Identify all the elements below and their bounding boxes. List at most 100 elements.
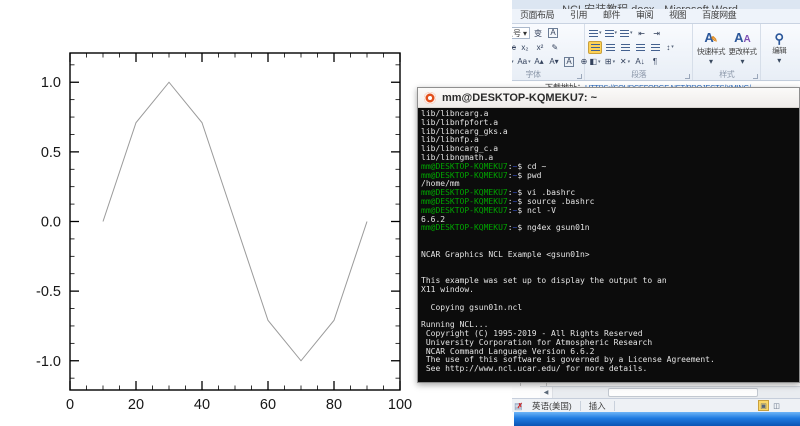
tab-baidu-netdisk[interactable]: 百度网盘 xyxy=(696,7,742,22)
view-print-layout-button[interactable]: ▣ xyxy=(758,400,769,411)
ribbon-group-editing: ⚲ 编辑 ▾ xyxy=(761,24,800,80)
justify-icon xyxy=(636,44,645,51)
svg-text:0: 0 xyxy=(66,397,74,413)
numbering-button[interactable]: ▾ xyxy=(604,27,619,40)
ribbon-group-styles: A✎ 快速样式 ▾ AA 更改样式 ▾ 样式 xyxy=(693,24,761,80)
svg-text:20: 20 xyxy=(128,397,144,413)
change-case-icon: Aa xyxy=(517,57,527,66)
svg-text:0.0: 0.0 xyxy=(41,215,61,231)
chevron-down-icon: ▾ xyxy=(740,57,744,66)
subscript-button[interactable]: x₂ xyxy=(518,41,532,54)
svg-text:0.5: 0.5 xyxy=(41,145,61,161)
terminal-title: mm@DESKTOP-KQMEKU7: ~ xyxy=(442,92,597,104)
asian-layout-button[interactable]: ✕▾ xyxy=(618,55,632,68)
align-right-icon xyxy=(621,44,630,51)
status-divider xyxy=(580,401,581,411)
line-spacing-icon: ↕ xyxy=(666,43,670,52)
change-styles-button[interactable]: AA 更改样式 ▾ xyxy=(728,31,758,66)
svg-text:80: 80 xyxy=(326,397,342,413)
increase-indent-button[interactable]: ⇥ xyxy=(650,27,664,40)
justify-button[interactable] xyxy=(633,41,647,54)
change-styles-label: 更改样式 xyxy=(728,46,756,57)
editing-menu-button[interactable]: ⚲ 编辑 ▾ xyxy=(764,32,794,65)
insert-mode-status[interactable]: 插入 xyxy=(589,400,606,412)
phonetic-guide-button[interactable]: 变 xyxy=(531,27,545,40)
multilevel-list-icon xyxy=(620,30,629,37)
find-icon: ⚲ xyxy=(774,32,784,45)
superscript-button[interactable]: x² xyxy=(533,41,547,54)
spelling-status-icon[interactable]: ▤✗ xyxy=(514,401,524,411)
styles-group-label: 样式 xyxy=(693,69,760,80)
svg-text:40: 40 xyxy=(194,397,210,413)
paragraph-dialog-launcher-icon[interactable] xyxy=(685,74,690,79)
terminal-window[interactable]: mm@DESKTOP-KQMEKU7: ~ lib/libncarg.alib/… xyxy=(417,87,800,383)
numbering-icon xyxy=(605,30,614,37)
change-case-button[interactable]: Aa▾ xyxy=(517,55,531,68)
tab-references[interactable]: 引用 xyxy=(564,7,593,22)
word-status-bar: ▤✗ 英语(美国) 插入 ▣ ◫ xyxy=(500,398,800,412)
chevron-down-icon: ▾ xyxy=(777,56,781,65)
terminal-output[interactable]: lib/libncarg.alib/libnfpfort.alib/libnca… xyxy=(418,108,799,382)
bullets-icon xyxy=(589,30,598,37)
word-ribbon: 五号 ▾ 变 A abc x₂ x² ✎ A▾ Aa▾ A▴ A▾ xyxy=(500,24,800,81)
status-divider xyxy=(614,401,615,411)
styles-dialog-launcher-icon[interactable] xyxy=(753,74,758,79)
ribbon-group-font: 五号 ▾ 变 A abc x₂ x² ✎ A▾ Aa▾ A▴ A▾ xyxy=(500,24,585,80)
language-status[interactable]: 英语(美国) xyxy=(532,400,572,412)
bullets-button[interactable]: ▾ xyxy=(588,27,603,40)
svg-text:60: 60 xyxy=(260,397,276,413)
screen: NCL安装教程.docx - Microsoft Word 页面布局 引用 邮件… xyxy=(0,0,800,426)
multilevel-list-button[interactable]: ▾ xyxy=(619,27,634,40)
chevron-down-icon: ▾ xyxy=(523,29,527,38)
line-spacing-button[interactable]: ↕▾ xyxy=(663,41,677,54)
align-left-button[interactable] xyxy=(588,41,602,54)
align-center-button[interactable] xyxy=(603,41,617,54)
tab-review[interactable]: 审阅 xyxy=(630,7,659,22)
scrollbar-track[interactable] xyxy=(553,387,800,398)
borders-button[interactable]: ⊞▾ xyxy=(603,55,617,68)
ubuntu-terminal-icon xyxy=(424,92,436,104)
quick-styles-button[interactable]: A✎ 快速样式 ▾ xyxy=(696,31,726,66)
shading-icon: ◧ xyxy=(589,57,597,66)
grow-font-button[interactable]: A▴ xyxy=(532,55,546,68)
scroll-left-arrow-icon[interactable]: ◀ xyxy=(540,387,553,398)
align-left-icon xyxy=(591,44,600,51)
distribute-button[interactable] xyxy=(648,41,662,54)
svg-text:100: 100 xyxy=(388,397,412,413)
clear-formatting-button[interactable]: ✎ xyxy=(548,41,562,54)
chevron-down-icon: ▾ xyxy=(709,57,713,66)
phonetic-guide-icon: 变 xyxy=(534,28,542,39)
word-ribbon-tabs: 页面布局 引用 邮件 审阅 视图 百度网盘 xyxy=(500,9,800,24)
tab-page-layout[interactable]: 页面布局 xyxy=(514,7,560,22)
editing-group-label: 编辑 xyxy=(772,45,786,56)
distribute-icon xyxy=(651,44,660,51)
svg-text:-1.0: -1.0 xyxy=(36,354,61,370)
decrease-indent-button[interactable]: ⇤ xyxy=(635,27,649,40)
tab-mailings[interactable]: 邮件 xyxy=(597,7,626,22)
character-shading-icon: A xyxy=(564,57,573,67)
paragraph-group-label: 段落 xyxy=(585,69,692,80)
svg-text:1.0: 1.0 xyxy=(41,75,61,91)
asian-layout-icon: ✕ xyxy=(620,57,627,66)
shrink-font-button[interactable]: A▾ xyxy=(547,55,561,68)
scrollbar-thumb[interactable] xyxy=(608,388,758,397)
font-dialog-launcher-icon[interactable] xyxy=(577,74,582,79)
terminal-titlebar[interactable]: mm@DESKTOP-KQMEKU7: ~ xyxy=(418,88,799,108)
change-styles-icon: AA xyxy=(734,31,751,46)
quick-styles-label: 快速样式 xyxy=(697,46,725,57)
character-shading-button[interactable]: A xyxy=(562,55,576,68)
character-border-icon: A xyxy=(548,28,557,38)
svg-text:-0.5: -0.5 xyxy=(36,284,61,300)
align-center-icon xyxy=(606,44,615,51)
word-horizontal-scrollbar[interactable]: ◀ xyxy=(540,386,800,398)
sort-button[interactable]: A↓ xyxy=(633,55,647,68)
shading-button[interactable]: ◧▾ xyxy=(588,55,602,68)
quick-styles-icon: A✎ xyxy=(704,31,717,46)
tab-view[interactable]: 视图 xyxy=(663,7,692,22)
borders-icon: ⊞ xyxy=(605,57,612,66)
view-mode-button[interactable]: ◫ xyxy=(771,400,782,411)
align-right-button[interactable] xyxy=(618,41,632,54)
character-border-button[interactable]: A xyxy=(546,27,560,40)
desktop-strip xyxy=(514,412,800,426)
show-hide-marks-button[interactable]: ¶ xyxy=(648,55,662,68)
